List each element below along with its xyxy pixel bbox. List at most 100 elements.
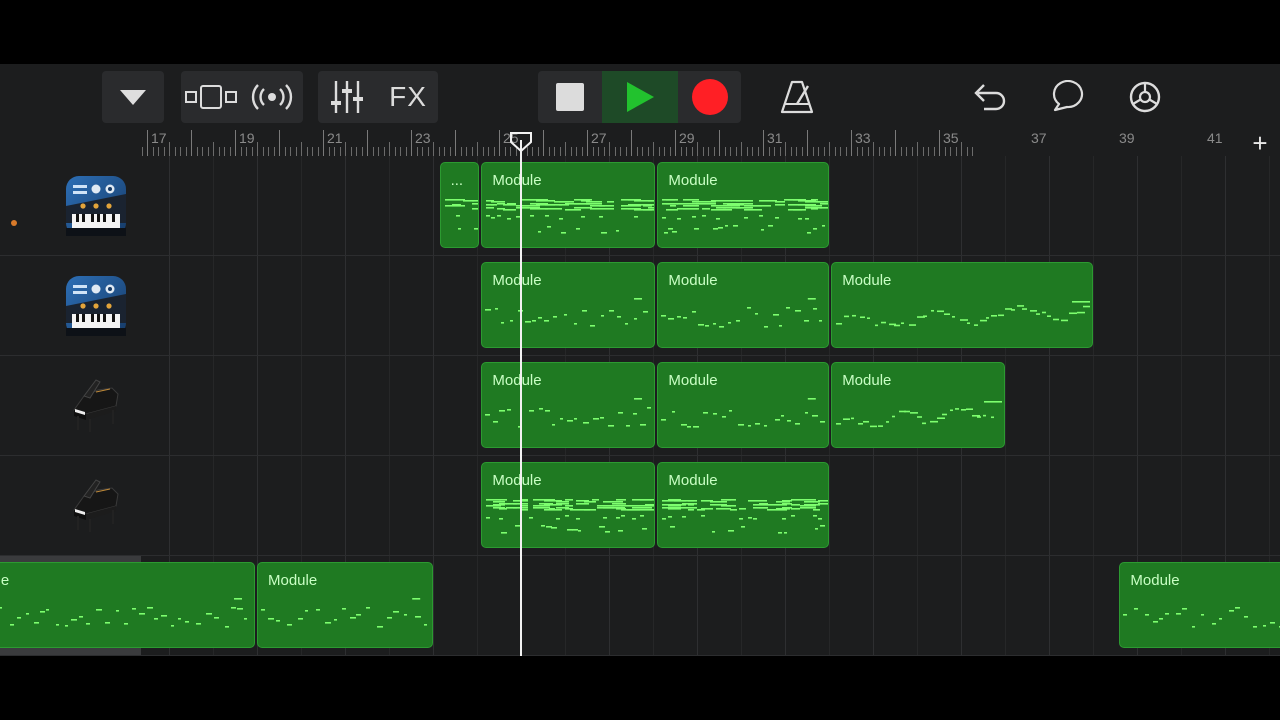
music-region[interactable]: Module [831, 262, 1094, 348]
mixer-button[interactable] [318, 71, 376, 123]
music-region[interactable]: Module [481, 362, 656, 448]
add-section-button[interactable]: + [1246, 130, 1274, 156]
ruler-tick [235, 130, 236, 156]
music-region[interactable]: Module [657, 462, 830, 548]
undo-button[interactable] [962, 71, 1016, 123]
ruler-tick [218, 147, 220, 156]
ruler-tick [603, 147, 605, 156]
ruler-tick [928, 147, 929, 156]
ruler-tick [691, 147, 693, 156]
ruler-tick [295, 147, 297, 156]
tracks-view-button[interactable] [181, 71, 241, 123]
music-region[interactable]: Module [0, 562, 255, 648]
play-button[interactable] [602, 71, 678, 123]
ruler-tick [477, 142, 478, 156]
bar-number: 21 [327, 130, 343, 146]
stop-button[interactable] [540, 71, 600, 123]
ruler-tick [955, 147, 957, 156]
ruler-tick [444, 147, 445, 156]
ruler-tick [939, 130, 940, 156]
music-region[interactable]: Module [1119, 562, 1280, 648]
record-button[interactable] [680, 71, 740, 123]
bar-number: 37 [1031, 130, 1047, 146]
ruler-tick [614, 147, 616, 156]
music-region[interactable]: Module [657, 362, 830, 448]
music-region[interactable]: Module [257, 562, 434, 648]
ruler-tick [565, 142, 566, 156]
playhead-handle[interactable] [510, 132, 532, 152]
music-region[interactable]: Module [481, 162, 656, 248]
ruler-tick [933, 147, 935, 156]
ruler-tick [537, 147, 539, 156]
music-region[interactable]: Module [481, 462, 656, 548]
settings-button[interactable] [1118, 71, 1172, 123]
undo-icon [974, 84, 1006, 111]
ruler-tick [493, 147, 495, 156]
ruler-tick [642, 147, 643, 156]
music-region[interactable]: Module [657, 262, 830, 348]
ruler-tick [818, 147, 819, 156]
live-loops-button[interactable] [243, 71, 301, 123]
ruler-tick [356, 147, 357, 156]
ruler-tick [438, 147, 440, 156]
loop-icon [1052, 80, 1084, 112]
loop-browser-button[interactable] [1040, 71, 1094, 123]
ruler-tick [317, 147, 319, 156]
ruler-tick [658, 147, 660, 156]
ruler-tick [719, 130, 720, 156]
ruler-tick [279, 130, 280, 156]
music-region[interactable]: Module [481, 262, 656, 348]
tracks-view-icon [185, 85, 237, 109]
ruler-tick [554, 147, 555, 156]
track-lane[interactable]: Module Module [141, 456, 1280, 556]
track-header[interactable] [0, 356, 141, 456]
ruler-tick [862, 147, 863, 156]
ruler-tick [273, 147, 275, 156]
ruler-tick [587, 130, 588, 156]
ruler-tick [576, 147, 577, 156]
ruler-tick [812, 147, 814, 156]
bar-number: 35 [943, 130, 959, 146]
track-header[interactable] [0, 456, 141, 556]
music-region[interactable]: Module [657, 162, 830, 248]
track-lane[interactable]: Module Module Module [0, 556, 1280, 656]
mix-group: FX [318, 71, 438, 123]
bar-number: 29 [679, 130, 695, 146]
timeline-ruler[interactable]: 17 19 21 23 25 27 29 31 33 35 37 39 41 + [141, 130, 1280, 156]
ruler-tick [471, 147, 473, 156]
fx-button[interactable]: FX [378, 71, 438, 123]
triangle-down-icon [120, 90, 146, 105]
ruler-tick [339, 147, 341, 156]
track-lane[interactable]: Module Module Module [141, 356, 1280, 456]
ruler-tick [323, 130, 324, 156]
ruler-tick [240, 147, 242, 156]
ruler-tick [735, 147, 737, 156]
ruler-tick [713, 147, 715, 156]
ruler-tick [796, 147, 797, 156]
ruler-tick [488, 147, 489, 156]
ruler-tick [774, 147, 775, 156]
browser-toggle-button[interactable] [102, 71, 164, 123]
ruler-tick [158, 147, 159, 156]
ruler-tick [686, 147, 687, 156]
track-header[interactable] [0, 156, 141, 256]
synth-keyboard-icon [66, 176, 126, 236]
ruler-tick [400, 147, 401, 156]
playhead[interactable] [520, 140, 522, 656]
region-name: Module [492, 472, 542, 489]
music-region[interactable]: Module [831, 362, 1006, 448]
bar-number: 23 [415, 130, 431, 146]
track-header[interactable] [0, 256, 141, 356]
ruler-tick [427, 147, 429, 156]
music-region[interactable]: ... [439, 162, 480, 248]
track-lane[interactable]: ... Module Module [141, 156, 1280, 256]
ruler-tick [301, 142, 302, 156]
ruler-tick [697, 142, 698, 156]
metronome-button[interactable] [770, 71, 824, 123]
region-name: Module [668, 372, 718, 389]
track-lane[interactable]: Module Module Module [141, 256, 1280, 356]
ruler-tick [746, 147, 748, 156]
view-group [181, 71, 303, 123]
ruler-tick [625, 147, 627, 156]
tracks-area[interactable]: ... Module Module Module Module Module Module M… [0, 156, 1280, 656]
